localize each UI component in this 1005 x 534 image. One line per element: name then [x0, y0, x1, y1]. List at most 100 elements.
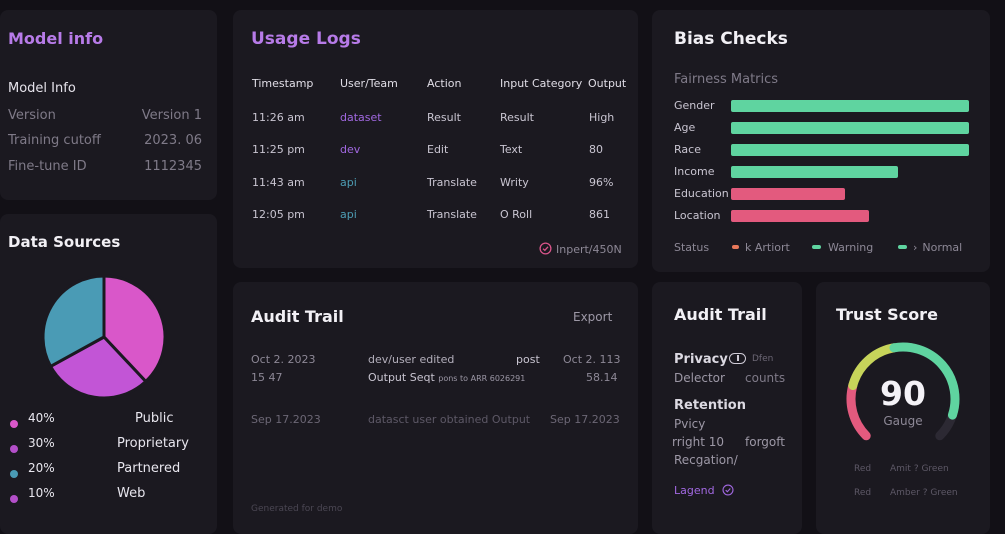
- audit-entry-tag: post: [516, 353, 540, 366]
- audit-trail-main-title: Audit Trail: [251, 307, 344, 326]
- bias-bar-income: [731, 166, 898, 178]
- legend-label-proprietary: Proprietary: [117, 436, 189, 451]
- cell-time: 12:05 pm: [252, 208, 305, 221]
- bias-checks-card: Bias Checks Fairness Matrics Gender Age Ra…: [652, 10, 990, 272]
- bias-status-label: Status: [674, 241, 710, 254]
- trust-legend-left-2: Red: [854, 488, 872, 498]
- legend-dot-public: [10, 420, 18, 428]
- cell-user-link[interactable]: api: [340, 176, 357, 189]
- bias-label-education: Education: [674, 187, 729, 200]
- bias-label-gender: Gender: [674, 99, 715, 112]
- trust-legend-left-1: Red: [854, 464, 872, 474]
- bias-checks-subtitle: Fairness Matrics: [674, 72, 779, 87]
- trust-score-title: Trust Score: [836, 305, 938, 324]
- audit-entry-detail: Output Seqt pons to ARR 6026291: [368, 371, 525, 384]
- privacy-tag: Dfen: [752, 354, 774, 364]
- cell-user-link[interactable]: dev: [340, 143, 360, 156]
- cell-time: 11:25 pm: [252, 143, 305, 156]
- bias-label-age: Age: [674, 121, 696, 134]
- bias-legend-swatch-1: [732, 245, 739, 249]
- cell-category: Text: [500, 143, 523, 156]
- check-circle-icon: [539, 242, 552, 255]
- bias-legend-label-3: Normal: [922, 241, 963, 254]
- bias-legend-item-3: › Normal: [898, 241, 962, 254]
- legend-dot-web: [10, 495, 18, 503]
- audit-entry-time: 15 47: [251, 371, 283, 384]
- usage-logs-title: Usage Logs: [251, 29, 361, 49]
- cell-output: 861: [589, 208, 610, 221]
- detector-label: Delector: [674, 371, 725, 385]
- col-header-user: User/Team: [340, 77, 398, 90]
- bias-checks-title: Bias Checks: [674, 29, 788, 49]
- legend-item-web: 10% Web: [10, 486, 210, 507]
- privacy-toggle-knob: [737, 355, 739, 361]
- cell-action: Edit: [427, 143, 449, 156]
- audit-trail-side-card: Audit Trail Privacy Dfen Delector counts…: [652, 282, 802, 534]
- audit-entry-date: Oct 2. 2023: [251, 353, 316, 366]
- bias-label-location: Location: [674, 209, 721, 222]
- cell-category: Result: [500, 111, 534, 124]
- bias-legend-label-1: k Artiort: [745, 241, 790, 254]
- audit-entry-date: Sep 17.2023: [251, 413, 321, 426]
- legend-label-partnered: Partnered: [117, 461, 181, 476]
- usage-logs-footer-label: Inpert/450N: [556, 243, 622, 256]
- audit-entry-detail-main: Output Seqt: [368, 371, 435, 384]
- col-header-category: Input Category: [500, 77, 583, 90]
- audit-entry-action: dev/user edited: [368, 353, 455, 366]
- cell-user-link[interactable]: api: [340, 208, 357, 221]
- legend-label-public: Public: [135, 411, 174, 426]
- audit-entry-action: datasct user obtained Output: [368, 413, 531, 426]
- audit-trail-main-card: Audit Trail Export Oct 2. 2023 15 47 dev…: [233, 282, 638, 534]
- legend-dot-partnered: [10, 470, 18, 478]
- usage-logs-footer[interactable]: Inpert/450N: [539, 242, 622, 256]
- legend-link[interactable]: Lagend: [674, 484, 734, 497]
- col-header-action: Action: [427, 77, 462, 90]
- cell-output: 96%: [589, 176, 614, 189]
- cell-action: Translate: [427, 176, 477, 189]
- cell-time: 11:43 am: [252, 176, 305, 189]
- forgot-label: forgoft: [745, 435, 785, 449]
- policy-label: Pvicy: [674, 417, 706, 431]
- cell-output: High: [589, 111, 615, 124]
- legend-item-proprietary: 30% Proprietary: [10, 436, 210, 457]
- cell-user-link[interactable]: dataset: [340, 111, 382, 124]
- usage-logs-card: Usage Logs Timestamp User/Team Action In…: [233, 10, 638, 268]
- bias-status-legend: Status: [674, 241, 709, 254]
- recgation-label: Recgation/: [674, 453, 738, 467]
- data-sources-title: Data Sources: [8, 233, 121, 251]
- trust-score-caption: Gauge: [883, 414, 923, 428]
- export-button[interactable]: Export: [573, 310, 612, 324]
- audit-entry-right-time: 58.14: [586, 371, 618, 384]
- check-circle-icon: [722, 484, 734, 496]
- model-info-subtitle: Model Info: [8, 81, 76, 96]
- bias-bar-age: [731, 122, 969, 134]
- trust-score-value: 90: [880, 374, 926, 413]
- model-info-cutoff-value: 2023. 06: [144, 133, 202, 148]
- model-info-title: Model info: [8, 29, 104, 48]
- trust-score-card: Trust Score 90 Gauge Red Amit ? Green Re…: [816, 282, 990, 534]
- bias-legend-label-2: Warning: [828, 241, 874, 254]
- model-info-version-label: Version: [8, 108, 56, 123]
- privacy-heading: Privacy: [674, 352, 728, 367]
- cell-output: 80: [589, 143, 603, 156]
- bias-bar-education: [731, 188, 845, 200]
- model-info-card: Model info Model Info Version Version 1 …: [0, 10, 217, 200]
- retention-heading: Retention: [674, 398, 746, 413]
- audit-trail-side-title: Audit Trail: [674, 305, 767, 324]
- counts-label: counts: [745, 371, 786, 385]
- bias-bar-location: [731, 210, 869, 222]
- cell-category: O Roll: [500, 208, 533, 221]
- legend-link-label: Lagend: [674, 484, 715, 497]
- legend-item-public: 40% Public: [10, 411, 210, 432]
- legend-pct-proprietary: 30%: [28, 436, 55, 450]
- cell-time: 11:26 am: [252, 111, 305, 124]
- col-header-output: Output: [588, 77, 627, 90]
- trust-legend-right-1: Amit ? Green: [890, 464, 949, 474]
- privacy-toggle[interactable]: [729, 353, 746, 364]
- cell-action: Result: [427, 111, 461, 124]
- legend-dot-proprietary: [10, 445, 18, 453]
- data-sources-pie-chart: [41, 274, 167, 400]
- legend-pct-web: 10%: [28, 486, 55, 500]
- cell-category: Writy: [500, 176, 529, 189]
- trust-legend-right-2: Amber ? Green: [890, 488, 958, 498]
